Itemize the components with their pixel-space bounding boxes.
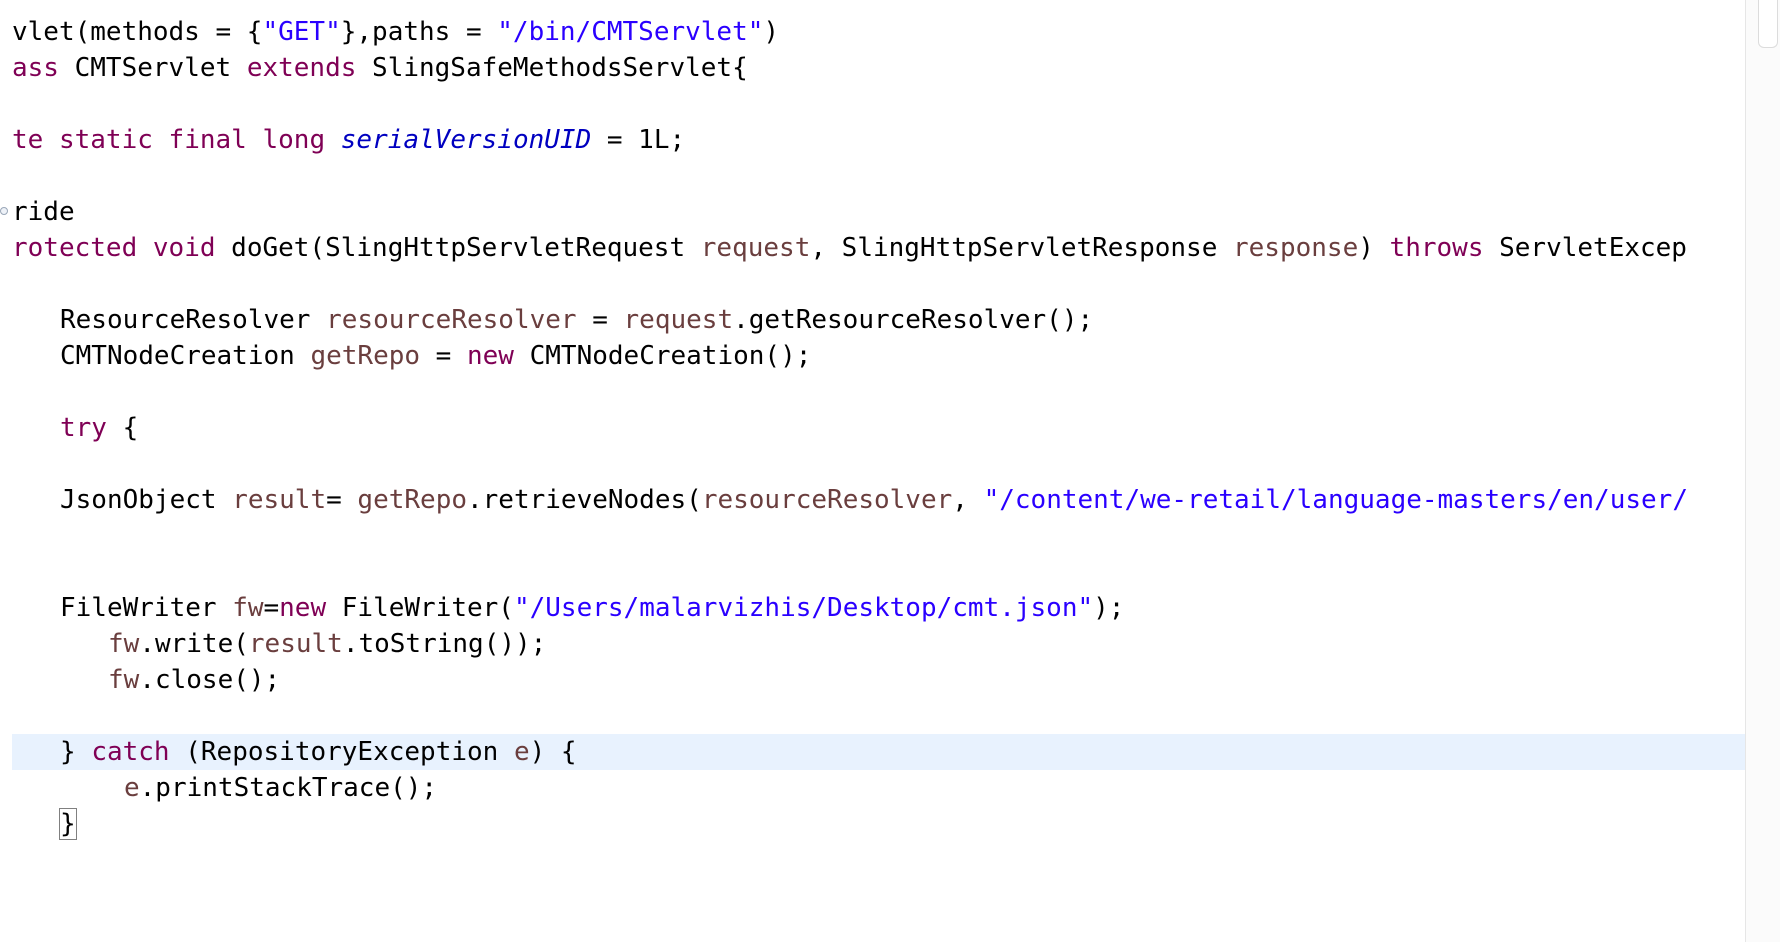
code-token: new [279, 593, 327, 623]
code-token: CMTNodeCreation [60, 341, 311, 371]
code-token: te [12, 125, 44, 155]
code-token: getRepo [310, 341, 421, 371]
code-token: fw [108, 665, 140, 695]
code-token: request [700, 233, 811, 263]
code-line[interactable] [12, 698, 1745, 734]
code-token: static [58, 125, 153, 155]
code-token: .printStackTrace(); [139, 773, 438, 803]
code-token: resourceResolver [701, 485, 953, 515]
code-line[interactable]: FileWriter fw=new FileWriter("/Users/mal… [12, 590, 1745, 626]
code-token: ); [1093, 593, 1125, 623]
code-line[interactable]: ResourceResolver resourceResolver = requ… [12, 302, 1745, 338]
code-token: .close(); [139, 665, 281, 695]
code-token: { [106, 413, 139, 443]
code-token: "GET" [262, 17, 341, 47]
code-token: } [59, 808, 77, 840]
code-line[interactable]: } [12, 806, 1745, 842]
code-token: doGet(SlingHttpServletRequest [215, 233, 701, 263]
code-token: = [420, 341, 467, 371]
code-token: "/bin/CMTServlet" [497, 17, 764, 47]
code-line[interactable]: fw.close(); [12, 662, 1745, 698]
code-token: ride [12, 197, 75, 227]
code-token: .toString()); [342, 629, 547, 659]
code-token: .getResourceResolver(); [733, 305, 1094, 335]
code-line[interactable]: CMTNodeCreation getRepo = new CMTNodeCre… [12, 338, 1745, 374]
code-line[interactable]: ride [0, 194, 1745, 230]
code-line[interactable]: JsonObject result= getRepo.retrieveNodes… [12, 482, 1745, 518]
code-token: extends [246, 53, 357, 83]
override-marker-icon[interactable] [0, 207, 8, 215]
code-token: ) { [529, 737, 577, 767]
code-token: result [248, 629, 343, 659]
code-token: ) [1358, 233, 1390, 263]
code-line[interactable]: te static final long serialVersionUID = … [12, 122, 1745, 158]
code-token: },paths = [340, 17, 498, 47]
code-token: long [262, 125, 326, 155]
code-token: SlingSafeMethodsServlet{ [356, 53, 748, 83]
code-token: FileWriter( [326, 593, 514, 623]
code-token: new [467, 341, 514, 371]
code-line[interactable]: fw.write(result.toString()); [12, 626, 1745, 662]
scrollbar-thumb[interactable] [1758, 0, 1778, 48]
code-token: catch [91, 737, 170, 767]
code-token: vlet(methods = { [12, 17, 263, 47]
code-token: ResourceResolver [60, 305, 327, 335]
code-token: fw [232, 593, 264, 623]
code-token: = [326, 485, 358, 515]
code-line-current[interactable]: } catch (RepositoryException e) { [12, 734, 1745, 770]
code-token: ) [763, 17, 780, 47]
code-token: = [576, 305, 624, 335]
code-line[interactable] [12, 158, 1745, 194]
code-token: e [513, 737, 530, 767]
code-token: rotected [12, 233, 138, 263]
code-line[interactable] [12, 374, 1745, 410]
code-line[interactable]: rotected void doGet(SlingHttpServletRequ… [12, 230, 1745, 266]
code-token: throws [1389, 233, 1484, 263]
code-token: fw [108, 629, 140, 659]
code-token: final [168, 125, 247, 155]
code-line[interactable]: e.printStackTrace(); [12, 770, 1745, 806]
code-token: try [60, 413, 107, 443]
code-line[interactable]: try { [12, 410, 1745, 446]
code-token: e [124, 773, 140, 803]
code-token: "/content/we-retail/language-masters/en/… [983, 485, 1688, 515]
code-token: "/Users/malarvizhis/Desktop/cmt.json" [513, 593, 1094, 623]
code-token: ass [12, 53, 59, 83]
code-token: resourceResolver [326, 305, 577, 335]
code-token: FileWriter [60, 593, 233, 623]
code-line[interactable] [12, 554, 1745, 590]
code-token: request [623, 305, 734, 335]
code-token: getRepo [357, 485, 467, 515]
code-token: .write( [139, 629, 249, 659]
code-token: , [952, 485, 984, 515]
vertical-scrollbar[interactable] [1745, 0, 1780, 942]
code-token: serialVersionUID [340, 125, 592, 155]
code-line[interactable] [12, 446, 1745, 482]
code-token: ServletExcep [1483, 233, 1687, 263]
code-token: result [232, 485, 327, 515]
code-line[interactable]: vlet(methods = {"GET"},paths = "/bin/CMT… [12, 14, 1745, 50]
code-text-area[interactable]: vlet(methods = {"GET"},paths = "/bin/CMT… [0, 14, 1745, 842]
code-token: void [152, 233, 216, 263]
code-token: CMTServlet [58, 53, 247, 83]
code-line[interactable] [12, 86, 1745, 122]
code-token: response [1233, 233, 1359, 263]
code-token: .retrieveNodes( [467, 485, 702, 515]
code-token: } [60, 737, 92, 767]
code-token: = 1L; [591, 125, 686, 155]
code-line[interactable]: ass CMTServlet extends SlingSafeMethodsS… [12, 50, 1745, 86]
code-editor[interactable]: vlet(methods = {"GET"},paths = "/bin/CMT… [0, 0, 1745, 942]
code-line[interactable] [12, 518, 1745, 554]
code-token: (RepositoryException [169, 737, 514, 767]
code-token: JsonObject [60, 485, 233, 515]
code-token: = [263, 593, 280, 623]
code-line[interactable] [12, 266, 1745, 302]
code-token: , SlingHttpServletResponse [810, 233, 1233, 263]
code-token: CMTNodeCreation(); [513, 341, 812, 371]
